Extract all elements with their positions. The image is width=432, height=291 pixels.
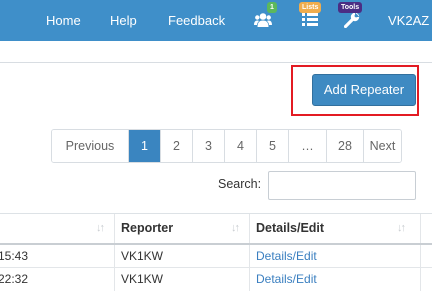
sort-icon: ↓↑ — [96, 222, 105, 234]
lists-badge: Lists — [299, 2, 322, 13]
details-edit-link[interactable]: Details/Edit — [256, 245, 317, 267]
sort-icon: ↓↑ — [231, 222, 240, 234]
tools-badge: Tools — [338, 2, 363, 13]
search-label: Search: — [218, 177, 262, 191]
users-menu-button[interactable]: 1 — [251, 0, 277, 41]
pagination-page-3[interactable]: 3 — [192, 130, 224, 162]
top-navbar: Home Help Feedback 1 Lists Tools VK2AZ — [0, 0, 432, 41]
list-icon — [302, 13, 318, 26]
pagination-page-2[interactable]: 2 — [160, 130, 192, 162]
users-badge: 1 — [267, 2, 277, 13]
table-header-border — [0, 243, 432, 245]
add-repeater-button[interactable]: Add Repeater — [312, 74, 416, 106]
pagination: Previous 1 2 3 4 5 … 28 Next — [51, 129, 402, 163]
tools-menu-button[interactable]: Tools — [338, 0, 365, 41]
pagination-previous[interactable]: Previous — [52, 130, 128, 162]
pagination-ellipsis: … — [288, 130, 326, 162]
table-header-details[interactable]: Details/Edit — [250, 214, 420, 243]
nav-home-link[interactable]: Home — [46, 0, 81, 41]
pagination-page-4[interactable]: 4 — [224, 130, 256, 162]
row-reporter: VK1KW — [121, 272, 164, 286]
details-edit-link[interactable]: Details/Edit — [256, 268, 317, 290]
nav-user-menu[interactable]: VK2AZ — [388, 0, 429, 41]
wrench-icon — [344, 12, 360, 28]
pagination-page-1[interactable]: 1 — [128, 130, 160, 162]
row-reporter: VK1KW — [121, 249, 164, 263]
column-divider — [249, 214, 250, 291]
row-divider — [0, 267, 432, 268]
column-divider — [114, 214, 115, 291]
pagination-page-5[interactable]: 5 — [256, 130, 288, 162]
row-time: 15:43 — [0, 249, 29, 263]
search-input[interactable] — [268, 171, 416, 200]
nav-help-link[interactable]: Help — [110, 0, 137, 41]
lists-menu-button[interactable]: Lists — [299, 0, 323, 41]
table-header-reporter[interactable]: Reporter — [115, 214, 249, 243]
pagination-page-28[interactable]: 28 — [326, 130, 363, 162]
row-time: 22:32 — [0, 272, 29, 286]
nav-feedback-link[interactable]: Feedback — [168, 0, 225, 41]
pagination-next[interactable]: Next — [363, 130, 401, 162]
users-icon — [254, 13, 272, 27]
column-divider — [420, 214, 421, 291]
sort-icon: ↓↑ — [397, 222, 406, 234]
